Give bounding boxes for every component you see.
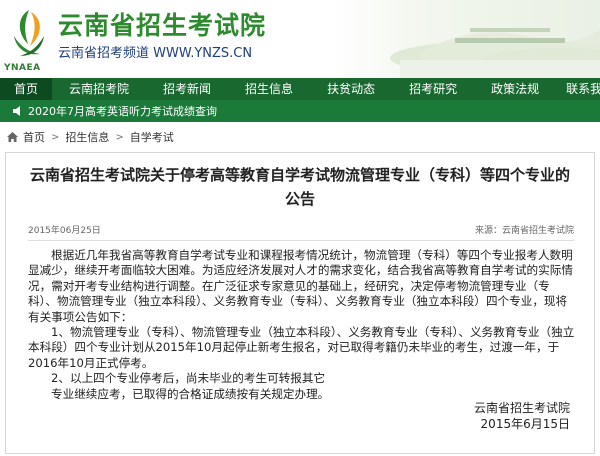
article-paragraph: 2、以上四个专业停考后，尚未毕业的考生可转报其它 (51, 371, 326, 386)
breadcrumb-separator: > (115, 131, 124, 143)
signature-date: 2015年6月15日 (480, 417, 570, 431)
article-date: 2015年06月25日 (28, 226, 101, 236)
site-title[interactable]: 云南省招生考试院 (58, 6, 266, 42)
breadcrumb-self-study[interactable]: 自学考试 (130, 129, 174, 145)
signature-org: 云南省招生考试院 (473, 401, 570, 415)
logo-caption: YNAEA (4, 63, 41, 73)
article-paragraph: 根据近几年我省高等教育自学考试专业和课程报考情况统计，物流管理（专科）等四个专业… (28, 248, 573, 324)
news-ticker: 2020年7月高考英语听力考试成绩查询 (0, 100, 600, 122)
article-signature: 云南省招生考试院 2015年6月15日 (474, 400, 570, 432)
nav-item-news[interactable]: 招考新闻 (146, 78, 228, 100)
nav-item-admissions[interactable]: 招生信息 (228, 78, 310, 100)
speaker-icon (13, 106, 20, 116)
article-source: 来源：云南省招生考试院 (474, 226, 574, 236)
site-subtitle: 云南省招考频道 WWW.YNZS.CN (58, 46, 253, 61)
nav-item-policy[interactable]: 政策法规 (474, 78, 556, 100)
article-title: 云南省招生考试院关于停考高等教育自学考试物流管理专业（专科）等四个专业的公告 (29, 166, 570, 208)
header-scenery-image (390, 28, 600, 78)
article-panel: 云南省招生考试院关于停考高等教育自学考试物流管理专业（专科）等四个专业的公告 2… (5, 152, 595, 454)
article-paragraph: 1、物流管理专业（专科）、物流管理专业（独立本科段）、义务教育专业（专科）、义务… (28, 325, 575, 370)
nav-item-home[interactable]: 首页 (0, 78, 53, 100)
breadcrumb-admissions[interactable]: 招生信息 (65, 129, 109, 145)
nav-item-poverty[interactable]: 扶贫动态 (310, 78, 392, 100)
article-body: 根据近几年我省高等教育自学考试专业和课程报考情况统计，物流管理（专科）等四个专业… (28, 248, 576, 402)
nav-item-research[interactable]: 招考研究 (392, 78, 474, 100)
breadcrumb-separator: > (51, 131, 60, 143)
main-nav: 首页 云南招考院 招考新闻 招生信息 扶贫动态 招考研究 政策法规 联系我们 (0, 78, 600, 100)
ticker-link[interactable]: 2020年7月高考英语听力考试成绩查询 (28, 103, 217, 119)
article-meta: 2015年06月25日 来源：云南省招生考试院 (28, 223, 574, 241)
breadcrumb: 首页 > 招生信息 > 自学考试 (0, 122, 600, 152)
nav-item-institute[interactable]: 云南招考院 (52, 78, 146, 100)
nav-item-contact[interactable]: 联系我们 (556, 78, 600, 100)
breadcrumb-home[interactable]: 首页 (23, 129, 45, 145)
home-icon (7, 132, 18, 142)
site-header: YNAEA 云南省招生考试院 云南省招考频道 WWW.YNZS.CN (0, 0, 600, 78)
